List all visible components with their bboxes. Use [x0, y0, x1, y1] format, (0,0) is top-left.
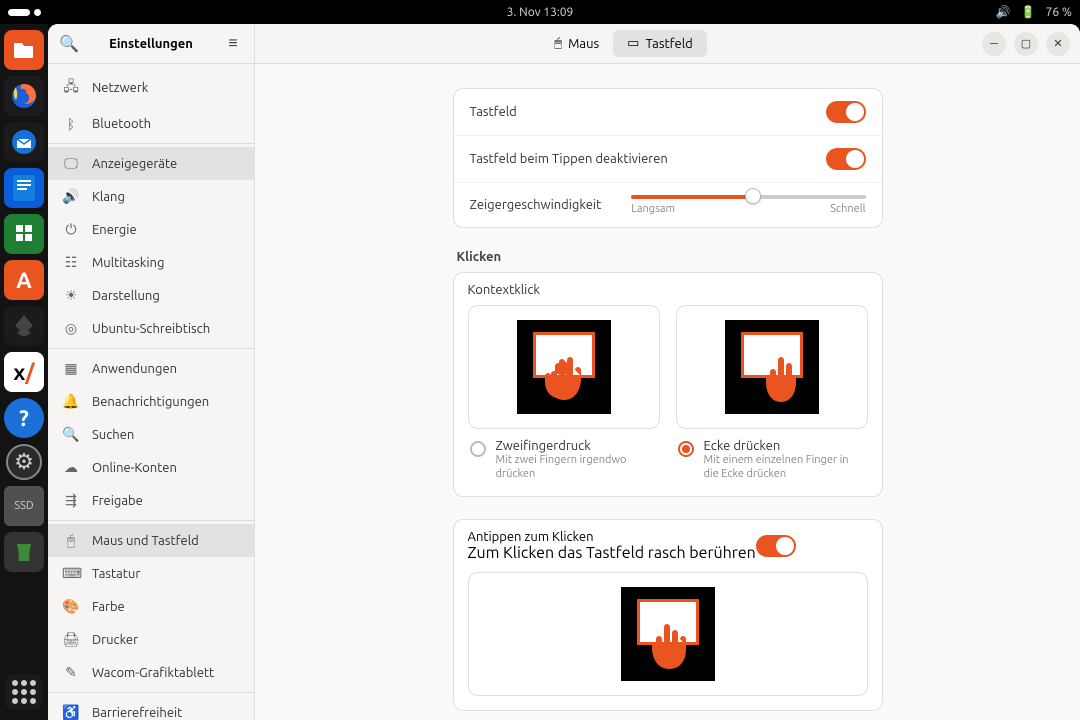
tab-touchpad[interactable]: ▭Tastfeld [613, 30, 707, 57]
sidebar-item-notifications[interactable]: 🔔Benachrichtigungen [48, 385, 254, 418]
menu-icon[interactable]: ≡ [220, 31, 246, 57]
dock-app-thunderbird[interactable] [4, 122, 44, 162]
content-body: Tastfeld Tastfeld beim Tippen deaktivier… [255, 64, 1080, 720]
pointer-speed-label: Zeigergeschwindigkeit [470, 198, 602, 212]
radio-corner-push[interactable]: Ecke drückenMit einem einzelnen Finger i… [676, 439, 868, 482]
mouse-icon: 🖱 [554, 36, 562, 51]
sidebar-item-power[interactable]: ⏻Energie [48, 213, 254, 246]
sidebar-item-multitasking[interactable]: ☷Multitasking [48, 246, 254, 279]
sidebar-item-wacom[interactable]: ✎Wacom-Grafiktablett [48, 656, 254, 689]
dock-app-xournal[interactable]: x/ [4, 352, 44, 392]
dock: A x/ ? ⚙ SSD [0, 24, 48, 720]
section-clicking: Klicken [457, 250, 883, 264]
option-two-finger[interactable] [468, 305, 660, 429]
disable-while-typing-label: Tastfeld beim Tippen deaktivieren [470, 152, 668, 166]
sidebar-item-sound[interactable]: 🔊Klang [48, 180, 254, 213]
dock-app-help[interactable]: ? [4, 398, 44, 438]
option-corner-push[interactable] [676, 305, 868, 429]
dock-app-inkscape[interactable] [4, 306, 44, 346]
sidebar-item-accessibility[interactable]: ♿Barrierefreiheit [48, 696, 254, 720]
tap-illustration [468, 572, 868, 696]
context-click-title: Kontextklick [468, 283, 868, 297]
activities-indicator[interactable] [8, 9, 41, 16]
sidebar-item-displays[interactable]: 🖵Anzeigegeräte [48, 147, 254, 180]
sidebar-list: 🖧Netzwerk ᛒBluetooth 🖵Anzeigegeräte 🔊Kla… [48, 64, 254, 720]
sidebar-item-printers[interactable]: 🖨Drucker [48, 623, 254, 656]
dock-app-software[interactable]: A [4, 260, 44, 300]
context-click-card: Kontextklick Zweifi [453, 272, 883, 497]
window-minimize[interactable]: ─ [982, 32, 1006, 56]
disable-while-typing-switch[interactable] [826, 148, 866, 170]
sidebar: 🔍 Einstellungen ≡ 🖧Netzwerk ᛒBluetooth 🖵… [48, 24, 255, 720]
sidebar-item-mouse-touchpad[interactable]: 🖱Maus und Tastfeld [48, 524, 254, 557]
dock-app-firefox[interactable] [4, 76, 44, 116]
app-title: Einstellungen [82, 37, 220, 51]
dock-app-trash[interactable] [4, 532, 44, 572]
volume-icon: 🔊 [996, 5, 1011, 19]
settings-window: 🔍 Einstellungen ≡ 🖧Netzwerk ᛒBluetooth 🖵… [48, 24, 1080, 720]
gnome-topbar: 3. Nov 13:09 🔊 🔋 76 % [0, 0, 1080, 24]
content: 🖱Maus ▭Tastfeld ─ ▢ ✕ Tastfeld [255, 24, 1080, 720]
tap-to-click-card: Antippen zum Klicken Zum Klicken das Tas… [453, 519, 883, 711]
touchpad-enable-switch[interactable] [826, 101, 866, 123]
tab-group: 🖱Maus ▭Tastfeld [540, 30, 706, 57]
system-tray[interactable]: 🔊 🔋 76 % [996, 5, 1072, 19]
tab-mouse[interactable]: 🖱Maus [540, 30, 613, 57]
clock[interactable]: 3. Nov 13:09 [507, 6, 574, 19]
sidebar-item-network[interactable]: 🖧Netzwerk [48, 68, 254, 108]
dock-app-calc[interactable] [4, 214, 44, 254]
dock-app-settings[interactable]: ⚙ [6, 444, 42, 480]
tap-to-click-sub: Zum Klicken das Tastfeld rasch berühren [468, 544, 756, 562]
dock-app-writer[interactable] [4, 168, 44, 208]
sidebar-item-color[interactable]: 🎨Farbe [48, 590, 254, 623]
tap-to-click-label: Antippen zum Klicken [468, 530, 756, 544]
sidebar-item-appearance[interactable]: ☀Darstellung [48, 279, 254, 312]
sidebar-item-keyboard[interactable]: ⌨Tastatur [48, 557, 254, 590]
touchpad-general-card: Tastfeld Tastfeld beim Tippen deaktivier… [453, 88, 883, 228]
battery-percent: 76 % [1046, 6, 1072, 19]
sidebar-item-sharing[interactable]: ⇶Freigabe [48, 484, 254, 517]
sidebar-item-online-accounts[interactable]: ☁Online-Konten [48, 451, 254, 484]
dock-show-apps[interactable] [6, 674, 42, 710]
dock-app-disks[interactable]: SSD [4, 486, 44, 526]
content-header: 🖱Maus ▭Tastfeld ─ ▢ ✕ [255, 24, 1080, 64]
tap-to-click-switch[interactable] [756, 535, 796, 557]
sidebar-item-ubuntu-desktop[interactable]: ◎Ubuntu-Schreibtisch [48, 312, 254, 345]
window-close[interactable]: ✕ [1046, 32, 1070, 56]
sidebar-item-applications[interactable]: ▦Anwendungen [48, 352, 254, 385]
touchpad-icon: ▭ [627, 36, 639, 51]
radio-two-finger[interactable]: ZweifingerdruckMit zwei Fingern irgendwo… [468, 439, 660, 482]
search-icon[interactable]: 🔍 [56, 31, 82, 57]
dock-app-files[interactable] [4, 30, 44, 70]
sidebar-item-bluetooth[interactable]: ᛒBluetooth [48, 108, 254, 140]
window-maximize[interactable]: ▢ [1014, 32, 1038, 56]
pointer-speed-slider[interactable] [631, 195, 865, 199]
sidebar-item-search[interactable]: 🔍Suchen [48, 418, 254, 451]
battery-icon: 🔋 [1021, 5, 1036, 19]
touchpad-enable-label: Tastfeld [470, 105, 517, 119]
